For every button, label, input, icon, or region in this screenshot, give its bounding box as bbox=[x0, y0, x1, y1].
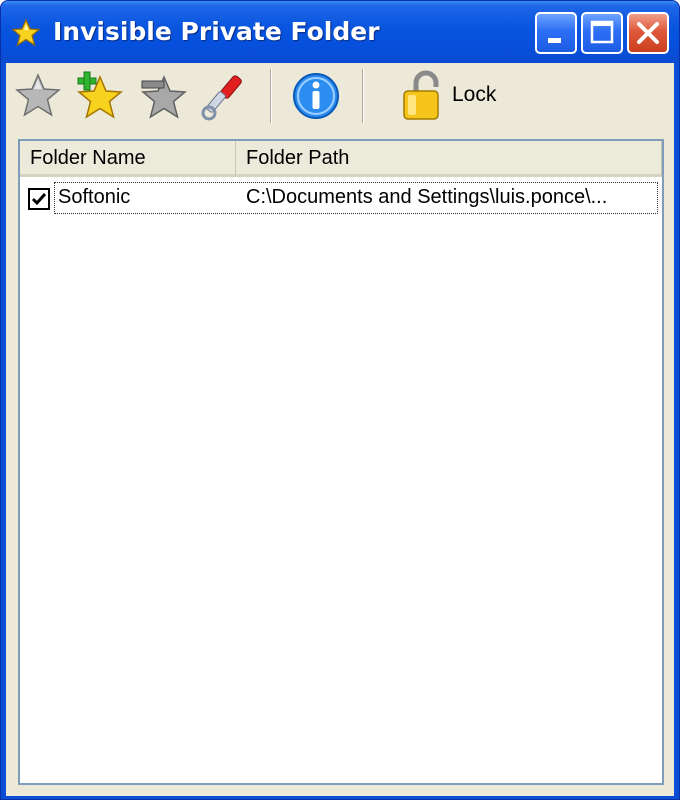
column-header-folder-name[interactable]: Folder Name bbox=[20, 141, 236, 177]
lock-button[interactable]: Lock bbox=[400, 69, 510, 123]
toolbar-separator bbox=[270, 69, 272, 123]
folder-name-cell: Softonic bbox=[58, 186, 131, 208]
close-icon bbox=[637, 22, 659, 44]
add-star-icon bbox=[77, 71, 123, 119]
info-icon bbox=[293, 73, 339, 119]
list-header: Folder Name Folder Path bbox=[20, 141, 662, 177]
minimize-button[interactable] bbox=[535, 12, 577, 54]
table-row[interactable]: Softonic C:\Documents and Settings\luis.… bbox=[20, 181, 662, 215]
lock-label: Lock bbox=[452, 83, 497, 106]
app-window: Invisible Private Folder Lock Folder Nam… bbox=[0, 0, 680, 800]
maximize-icon bbox=[590, 20, 614, 44]
column-header-folder-path[interactable]: Folder Path bbox=[236, 141, 662, 177]
maximize-button[interactable] bbox=[581, 12, 623, 54]
toolbar-button-remove-folder[interactable] bbox=[134, 69, 190, 123]
window-title: Invisible Private Folder bbox=[53, 17, 380, 46]
toolbar-button-settings[interactable] bbox=[196, 69, 252, 123]
toolbar-button-about[interactable] bbox=[290, 69, 344, 123]
folder-list[interactable]: Folder Name Folder Path Softonic C:\Docu… bbox=[18, 139, 664, 785]
toolbar-button-add-folder[interactable] bbox=[72, 69, 128, 123]
toolbar-separator bbox=[362, 69, 364, 123]
title-bar[interactable]: Invisible Private Folder bbox=[1, 1, 679, 63]
remove-star-icon bbox=[141, 75, 187, 119]
wrench-icon bbox=[201, 75, 242, 121]
star-icon bbox=[11, 18, 41, 47]
client-area: Lock Folder Name Folder Path Softonic C:… bbox=[6, 63, 674, 796]
toolbar-button-star[interactable] bbox=[12, 69, 64, 123]
row-checkbox[interactable] bbox=[28, 188, 50, 210]
checkmark-icon bbox=[31, 193, 47, 206]
close-button[interactable] bbox=[627, 12, 669, 54]
folder-path-cell: C:\Documents and Settings\luis.ponce\... bbox=[246, 186, 608, 208]
lock-icon bbox=[403, 70, 439, 120]
star-icon bbox=[15, 73, 61, 117]
toolbar: Lock bbox=[6, 63, 674, 131]
minimize-icon bbox=[548, 38, 561, 43]
